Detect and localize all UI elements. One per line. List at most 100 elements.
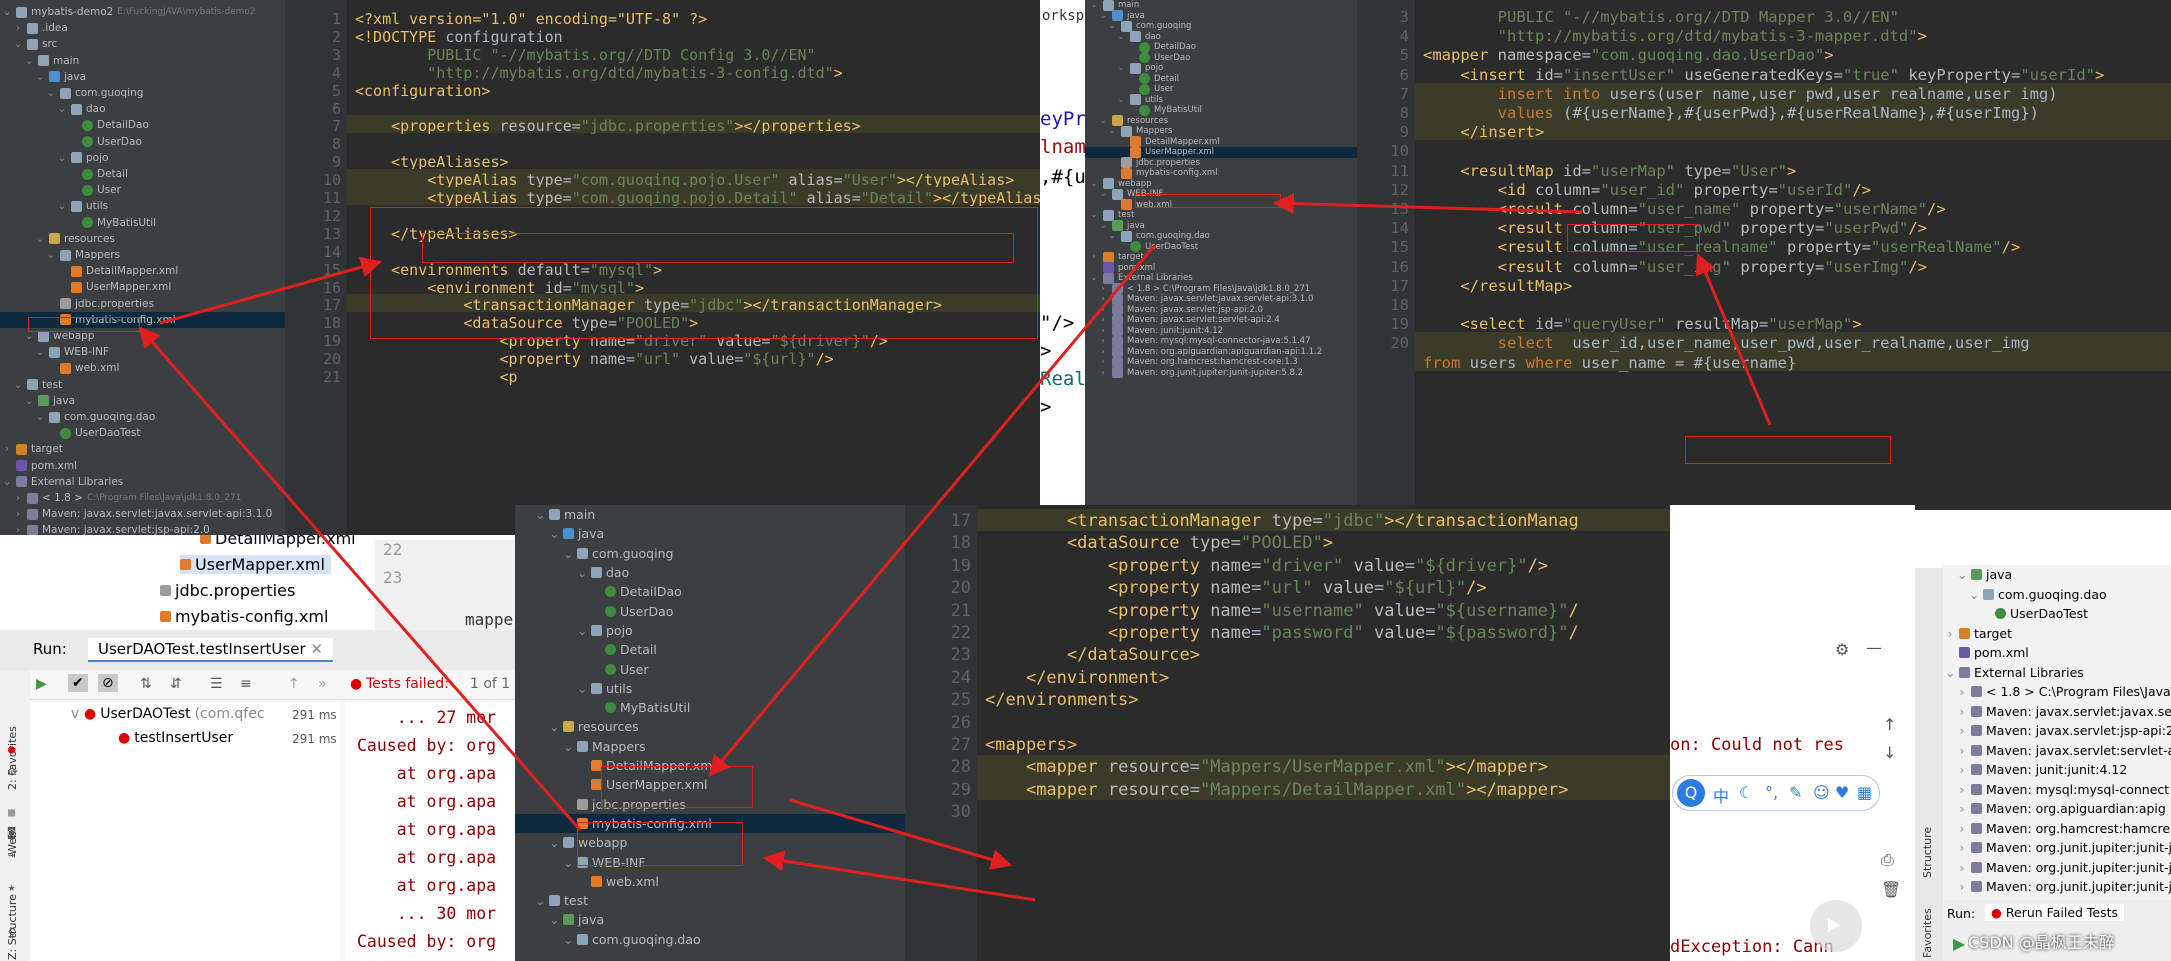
chevron-icon[interactable]: › [13, 508, 23, 520]
code-line[interactable]: <environments default="mysql"> [355, 261, 662, 279]
bg-file-item[interactable]: UserMapper.xml [180, 555, 331, 574]
chevron-icon[interactable]: › [1098, 336, 1108, 346]
tree-item[interactable]: web.xml [1107, 199, 1172, 211]
more-icon[interactable]: » [318, 676, 327, 692]
chevron-icon[interactable]: › [1098, 294, 1108, 304]
chevron-icon[interactable]: ⌄ [1089, 179, 1099, 189]
chevron-icon[interactable]: › [1098, 368, 1108, 378]
code-line[interactable]: insert into users(user_name,user_pwd,use… [1423, 85, 2058, 103]
tree-item[interactable]: › Maven: javax.servlet:servlet-a [1957, 741, 2171, 761]
tree-item[interactable]: ⌄ WEB-INF [35, 344, 109, 360]
chevron-icon[interactable]: ⌄ [1116, 63, 1126, 73]
rerun-failed-tab[interactable]: ● Rerun Failed Tests [1985, 904, 2125, 921]
tree-item[interactable]: ⌄ utils [577, 679, 632, 698]
chevron-icon[interactable]: › [1098, 284, 1108, 294]
code-line[interactable]: <transactionManager type="jdbc"></transa… [355, 296, 942, 314]
chevron-icon[interactable]: ⌄ [35, 233, 45, 245]
tree-item[interactable]: Detail [591, 640, 657, 659]
chevron-icon[interactable]: ⌄ [1098, 221, 1108, 231]
refresh-icon[interactable]: ⟳ [8, 765, 18, 779]
code-line[interactable]: <resultMap id="userMap" type="User"> [1423, 162, 1796, 180]
code-line[interactable]: </typeAliases> [355, 225, 517, 243]
chevron-icon[interactable]: › [1957, 723, 1967, 738]
run-icon[interactable]: ▶ [36, 676, 47, 692]
tree-item[interactable]: ⌄ java [35, 69, 86, 85]
collapse-all-icon[interactable]: ≡ [240, 676, 252, 692]
chevron-icon[interactable]: ⌄ [563, 739, 573, 754]
chevron-icon[interactable]: ⌄ [1089, 210, 1099, 220]
favorites-tab[interactable]: 2: Favorites [6, 726, 19, 790]
tree-item[interactable]: › < 1.8 > C:\Program Files\Java\jdk1.8.0_2… [13, 490, 241, 506]
tree-item[interactable]: ⌄ java [1098, 220, 1145, 232]
camera-icon[interactable]: ◙ [8, 825, 15, 839]
chevron-icon[interactable]: ⌄ [46, 249, 56, 261]
tree-item[interactable]: › .idea [13, 20, 68, 36]
test-node[interactable]: v ● UserDAOTest (com.qfec [70, 706, 265, 722]
chevron-icon[interactable]: › [1957, 743, 1967, 758]
tree-item[interactable]: ⌄ main [1089, 0, 1139, 11]
check-icon[interactable]: ✔ [68, 674, 88, 692]
code-line[interactable]: <result column="user_img" property="user… [1423, 258, 1927, 276]
code-line[interactable]: <select id="queryUser" resultMap="userMa… [1423, 315, 1861, 333]
delete-icon[interactable]: 🗑 [1881, 880, 1901, 899]
ime-mode-button[interactable]: 中 [1713, 783, 1729, 807]
code-line[interactable]: <property name="username" value="${usern… [985, 601, 1579, 621]
chevron-icon[interactable]: ⌄ [2, 476, 12, 488]
tree-item[interactable]: pom.xml [2, 458, 77, 474]
chevron-icon[interactable]: ⌄ [2, 6, 12, 18]
tree-item[interactable]: › Maven: junit:junit:4.12 [1957, 760, 2128, 780]
tree-item[interactable]: ⌄ resources [1098, 115, 1168, 127]
chevron-icon[interactable]: ⌄ [1107, 231, 1117, 241]
tree-item[interactable]: › < 1.8 > C:\Program Files\Java\ [1957, 682, 2171, 702]
chevron-icon[interactable]: ⌄ [1116, 32, 1126, 42]
code-line[interactable]: </environment> [985, 668, 1169, 688]
tree-item[interactable]: User [1125, 83, 1173, 95]
chevron-icon[interactable]: ⌄ [1098, 11, 1108, 21]
chevron-icon[interactable]: › [2, 443, 12, 455]
tree-item[interactable]: web.xml [577, 872, 659, 891]
chevron-icon[interactable]: ⌄ [1089, 0, 1099, 10]
chevron-icon[interactable]: ⌄ [24, 330, 34, 342]
chevron-icon[interactable]: ⌄ [13, 379, 23, 391]
tree-item[interactable]: ⌄ mybatis-demo2 E:\FuckingJAVA\mybatis-dem… [2, 4, 256, 20]
tree-item[interactable]: ⌄ webapp [549, 833, 627, 852]
code-line[interactable]: <insert id="insertUser" useGeneratedKeys… [1423, 66, 2104, 84]
code-line[interactable]: <property name="password" value="${passw… [985, 623, 1579, 643]
tree-item[interactable]: ⌄ dao [1116, 31, 1161, 43]
tree-item[interactable]: ⌄ main [535, 505, 595, 524]
tree-item[interactable]: › Maven: javax.servlet:javax.servlet-api:… [1098, 293, 1313, 305]
code-line[interactable]: select user_id,user_name,user_pwd,user_r… [1423, 334, 2030, 352]
tree-item[interactable]: UserDaoTest [46, 425, 141, 441]
tree-item[interactable]: › Maven: javax.servlet:javax.servlet-api:… [13, 506, 272, 522]
chevron-icon[interactable]: › [1957, 704, 1967, 719]
tree-item[interactable]: › Maven: javax.servlet:javax.se [1957, 702, 2171, 722]
code-line[interactable]: <dataSource type="POOLED"> [985, 533, 1333, 553]
code-line[interactable]: from users where user_name = #{username} [1423, 354, 1796, 372]
stop-icon[interactable]: ■ [8, 805, 15, 819]
tree-item[interactable]: ⌄ java [549, 524, 604, 543]
tree-item[interactable]: › Maven: mysql:mysql-connect [1957, 780, 2170, 800]
stop-filter-icon[interactable]: ⊘ [98, 674, 118, 692]
code-line[interactable]: <mappers> [985, 735, 1077, 755]
chevron-icon[interactable]: ⌄ [549, 835, 559, 850]
chevron-icon[interactable]: ⌄ [13, 38, 23, 50]
chevron-icon[interactable]: › [1957, 879, 1967, 894]
tree-item[interactable]: ⌄ webapp [24, 328, 95, 344]
chevron-icon[interactable]: › [1957, 684, 1967, 699]
chevron-icon[interactable]: ⌄ [1116, 95, 1126, 105]
tree-item[interactable]: DetailMapper.xml [57, 263, 178, 279]
chevron-icon[interactable]: › [13, 524, 23, 535]
bg-file-item[interactable]: mybatis-config.xml [160, 607, 328, 626]
tree-item[interactable]: ⌄ com.guoqing [563, 544, 673, 563]
chevron-icon[interactable]: ⌄ [1107, 126, 1117, 136]
arrow-up-icon[interactable]: ↑ [1883, 715, 1896, 734]
tree-item[interactable]: ⌄ Mappers [563, 737, 646, 756]
chevron-icon[interactable]: ⌄ [1957, 567, 1967, 582]
tree-item[interactable]: › target [1089, 251, 1144, 263]
tree-item[interactable]: web.xml [46, 360, 119, 376]
chevron-icon[interactable]: ⌄ [24, 55, 34, 67]
code-line[interactable]: <property name="driver" value="${driver}… [355, 332, 888, 350]
chevron-icon[interactable]: › [1098, 357, 1108, 367]
code-line[interactable]: <property name="url" value="${url}"/> [985, 578, 1487, 598]
tree-item[interactable]: ⌄ java [549, 910, 604, 929]
